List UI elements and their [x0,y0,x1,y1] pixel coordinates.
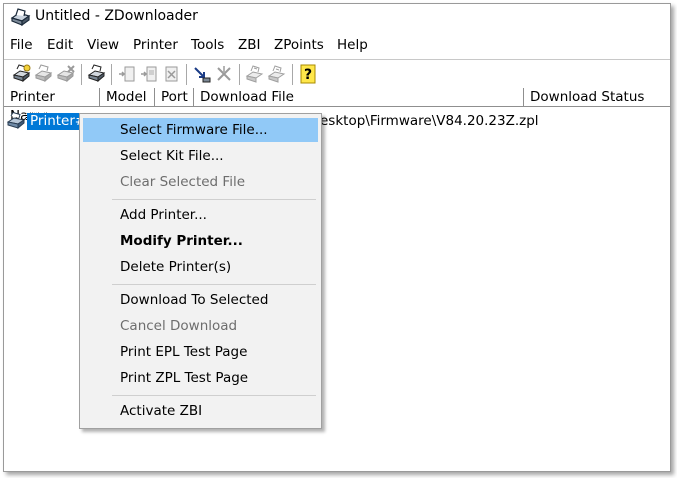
menu-item-select-kit-file[interactable]: Select Kit File... [83,144,318,168]
download-icon[interactable] [192,64,212,84]
menu-item-delete-printers[interactable]: Delete Printer(s) [83,255,318,279]
cancel-download-icon[interactable] [214,64,234,84]
select-kit-icon[interactable] [139,64,159,84]
menu-item-add-printer[interactable]: Add Printer... [83,203,318,227]
menu-view[interactable]: View [87,37,119,53]
clear-file-icon[interactable] [161,64,181,84]
svg-text:?: ? [304,67,312,83]
column-model[interactable]: Model [100,88,155,107]
menu-printer[interactable]: Printer [133,37,178,53]
toolbar: ? [4,59,670,89]
menu-item-download-to-selected[interactable]: Download To Selected [83,288,318,312]
menu-item-print-epl-test-page[interactable]: Print EPL Test Page [83,340,318,364]
toolbar-separator [81,64,83,85]
menu-separator [112,395,316,396]
menu-item-cancel-download: Cancel Download [120,318,238,334]
toolbar-separator [186,64,188,85]
modify-printer-icon[interactable] [34,64,54,84]
menu-separator [112,284,316,285]
add-printer-icon[interactable] [12,64,32,84]
menu-item-select-firmware-file[interactable]: Select Firmware File... [83,118,318,142]
context-menu: Select Firmware File... Select Kit File.… [79,113,322,429]
title-bar[interactable]: Untitled - ZDownloader [4,4,670,30]
toolbar-separator [111,64,113,85]
zpl-test-icon[interactable] [267,64,287,84]
column-download-file[interactable]: Download File [194,88,524,107]
menu-item-modify-printer[interactable]: Modify Printer... [83,229,318,253]
window-title: Untitled - ZDownloader [35,8,198,24]
menu-bar: File Edit View Printer Tools ZBI ZPoints… [4,35,670,57]
menu-tools[interactable]: Tools [191,37,224,53]
column-printer-name[interactable]: Printer Name [4,88,100,124]
list-header: Printer Name Model Port Download File Do… [4,88,670,124]
printer-icon [6,111,27,130]
menu-zpoints[interactable]: ZPoints [274,37,324,53]
column-port[interactable]: Port [155,88,194,107]
menu-item-clear-selected-file: Clear Selected File [120,174,246,190]
zdownloader-printer-icon [10,7,32,27]
epl-test-icon[interactable] [245,64,265,84]
menu-item-print-zpl-test-page[interactable]: Print ZPL Test Page [83,366,318,390]
menu-zbi[interactable]: ZBI [238,37,261,53]
select-firmware-icon[interactable] [117,64,137,84]
menu-help[interactable]: Help [337,37,368,53]
help-icon[interactable]: ? [298,64,318,84]
menu-separator [112,199,316,200]
menu-item-activate-zbi[interactable]: Activate ZBI [83,399,318,423]
printer-properties-icon[interactable] [87,64,107,84]
toolbar-separator [239,64,241,85]
menu-edit[interactable]: Edit [47,37,73,53]
toolbar-separator [292,64,294,85]
row-download-file: esktop\Firmware\V84.20.23Z.zpl [320,113,539,129]
column-download-status[interactable]: Download Status [524,88,670,107]
delete-printer-icon[interactable] [56,64,76,84]
menu-file[interactable]: File [10,37,33,53]
